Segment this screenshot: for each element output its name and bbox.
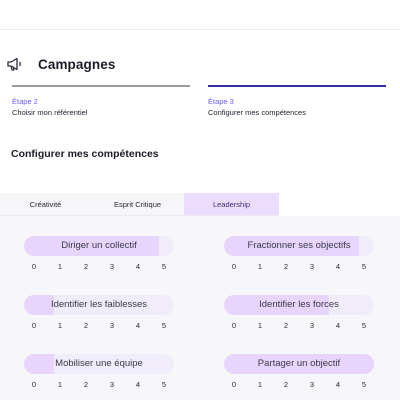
skill-slider[interactable]: Partager un objectif 0 1 2 3 4 5: [224, 354, 374, 394]
scale-tick-0: 0: [231, 380, 237, 389]
stepper: Étape 2 Choisir mon référentiel Étape 3 …: [12, 85, 388, 125]
scale-tick-1: 1: [257, 380, 263, 389]
skill-name: Identifier les forces: [259, 299, 339, 310]
page-header: Campagnes: [6, 54, 115, 74]
scale-tick-5: 5: [161, 262, 167, 271]
scale-tick-2: 2: [283, 321, 289, 330]
tab-esprit-critique[interactable]: Esprit Critique: [91, 193, 184, 216]
skill-slider[interactable]: Identifier les faiblesses 0 1 2 3 4 5: [24, 295, 174, 335]
skill-pill[interactable]: Partager un objectif: [224, 354, 374, 374]
skills-panel: Diriger un collectif 0 1 2 3 4 5 Fractionner …: [0, 216, 400, 400]
megaphone-icon: [6, 55, 24, 73]
skill-name: Fractionner ses objectifs: [247, 240, 351, 251]
skill-pill[interactable]: Identifier les faiblesses: [24, 295, 174, 315]
step-label: Choisir mon référentiel: [12, 108, 88, 117]
scale-tick-5: 5: [161, 380, 167, 389]
skill-scale: 0 1 2 3 4 5: [24, 262, 174, 276]
scale-tick-5: 5: [361, 262, 367, 271]
scale-tick-3: 3: [309, 380, 315, 389]
page-title: Campagnes: [38, 56, 116, 72]
scale-tick-2: 2: [283, 380, 289, 389]
skill-scale: 0 1 2 3 4 5: [224, 380, 374, 394]
scale-tick-3: 3: [109, 262, 115, 271]
skill-pill[interactable]: Identifier les forces: [224, 295, 374, 315]
skill-name: Identifier les faiblesses: [50, 299, 148, 310]
skill-pill[interactable]: Mobiliser une équipe: [24, 354, 174, 374]
scale-tick-3: 3: [109, 321, 115, 330]
skill-scale: 0 1 2 3 4 5: [224, 321, 374, 335]
step-progress-bar: [208, 85, 386, 87]
skill-name: Mobiliser une équipe: [55, 358, 143, 369]
skill-pill[interactable]: Diriger un collectif: [24, 236, 174, 256]
tab-leadership[interactable]: Leadership: [184, 193, 279, 216]
scale-tick-4: 4: [135, 321, 141, 330]
skill-scale: 0 1 2 3 4 5: [24, 321, 174, 335]
scale-tick-1: 1: [57, 321, 63, 330]
skill-scale: 0 1 2 3 4 5: [224, 262, 374, 276]
skill-name: Partager un objectif: [257, 358, 341, 369]
scale-tick-4: 4: [335, 380, 341, 389]
skill-scale: 0 1 2 3 4 5: [24, 380, 174, 394]
skill-category-tabs: Créativité Esprit Critique Leadership: [0, 193, 279, 216]
step-number: Étape 3: [208, 97, 234, 106]
skill-slider[interactable]: Fractionner ses objectifs 0 1 2 3 4 5: [224, 236, 374, 276]
scale-tick-3: 3: [309, 262, 315, 271]
skill-slider[interactable]: Identifier les forces 0 1 2 3 4 5: [224, 295, 374, 335]
scale-tick-0: 0: [231, 262, 237, 271]
skill-slider[interactable]: Diriger un collectif 0 1 2 3 4 5: [24, 236, 174, 276]
scale-tick-4: 4: [335, 321, 341, 330]
scale-tick-4: 4: [335, 262, 341, 271]
scale-tick-1: 1: [57, 262, 63, 271]
scale-tick-2: 2: [83, 321, 89, 330]
scale-tick-1: 1: [57, 380, 63, 389]
scale-tick-2: 2: [83, 262, 89, 271]
section-title: Configurer mes compétences: [11, 148, 159, 160]
step-number: Étape 2: [12, 97, 38, 106]
step-label: Configurer mes compétences: [208, 108, 306, 117]
step-2[interactable]: Étape 2 Choisir mon référentiel: [12, 85, 190, 117]
step-3[interactable]: Étape 3 Configurer mes compétences: [208, 85, 386, 117]
scale-tick-0: 0: [231, 321, 237, 330]
scale-tick-5: 5: [361, 321, 367, 330]
scale-tick-2: 2: [83, 380, 89, 389]
tab-creativite[interactable]: Créativité: [0, 193, 91, 216]
scale-tick-0: 0: [31, 262, 37, 271]
scale-tick-2: 2: [283, 262, 289, 271]
scale-tick-3: 3: [309, 321, 315, 330]
scale-tick-0: 0: [31, 380, 37, 389]
scale-tick-5: 5: [161, 321, 167, 330]
top-bar: [0, 0, 400, 30]
skill-slider[interactable]: Mobiliser une équipe 0 1 2 3 4 5: [24, 354, 174, 394]
skill-pill[interactable]: Fractionner ses objectifs: [224, 236, 374, 256]
scale-tick-5: 5: [361, 380, 367, 389]
scale-tick-1: 1: [257, 321, 263, 330]
skill-name: Diriger un collectif: [61, 240, 137, 251]
step-progress-bar: [12, 85, 190, 87]
scale-tick-1: 1: [257, 262, 263, 271]
scale-tick-4: 4: [135, 380, 141, 389]
scale-tick-0: 0: [31, 321, 37, 330]
scale-tick-3: 3: [109, 380, 115, 389]
scale-tick-4: 4: [135, 262, 141, 271]
